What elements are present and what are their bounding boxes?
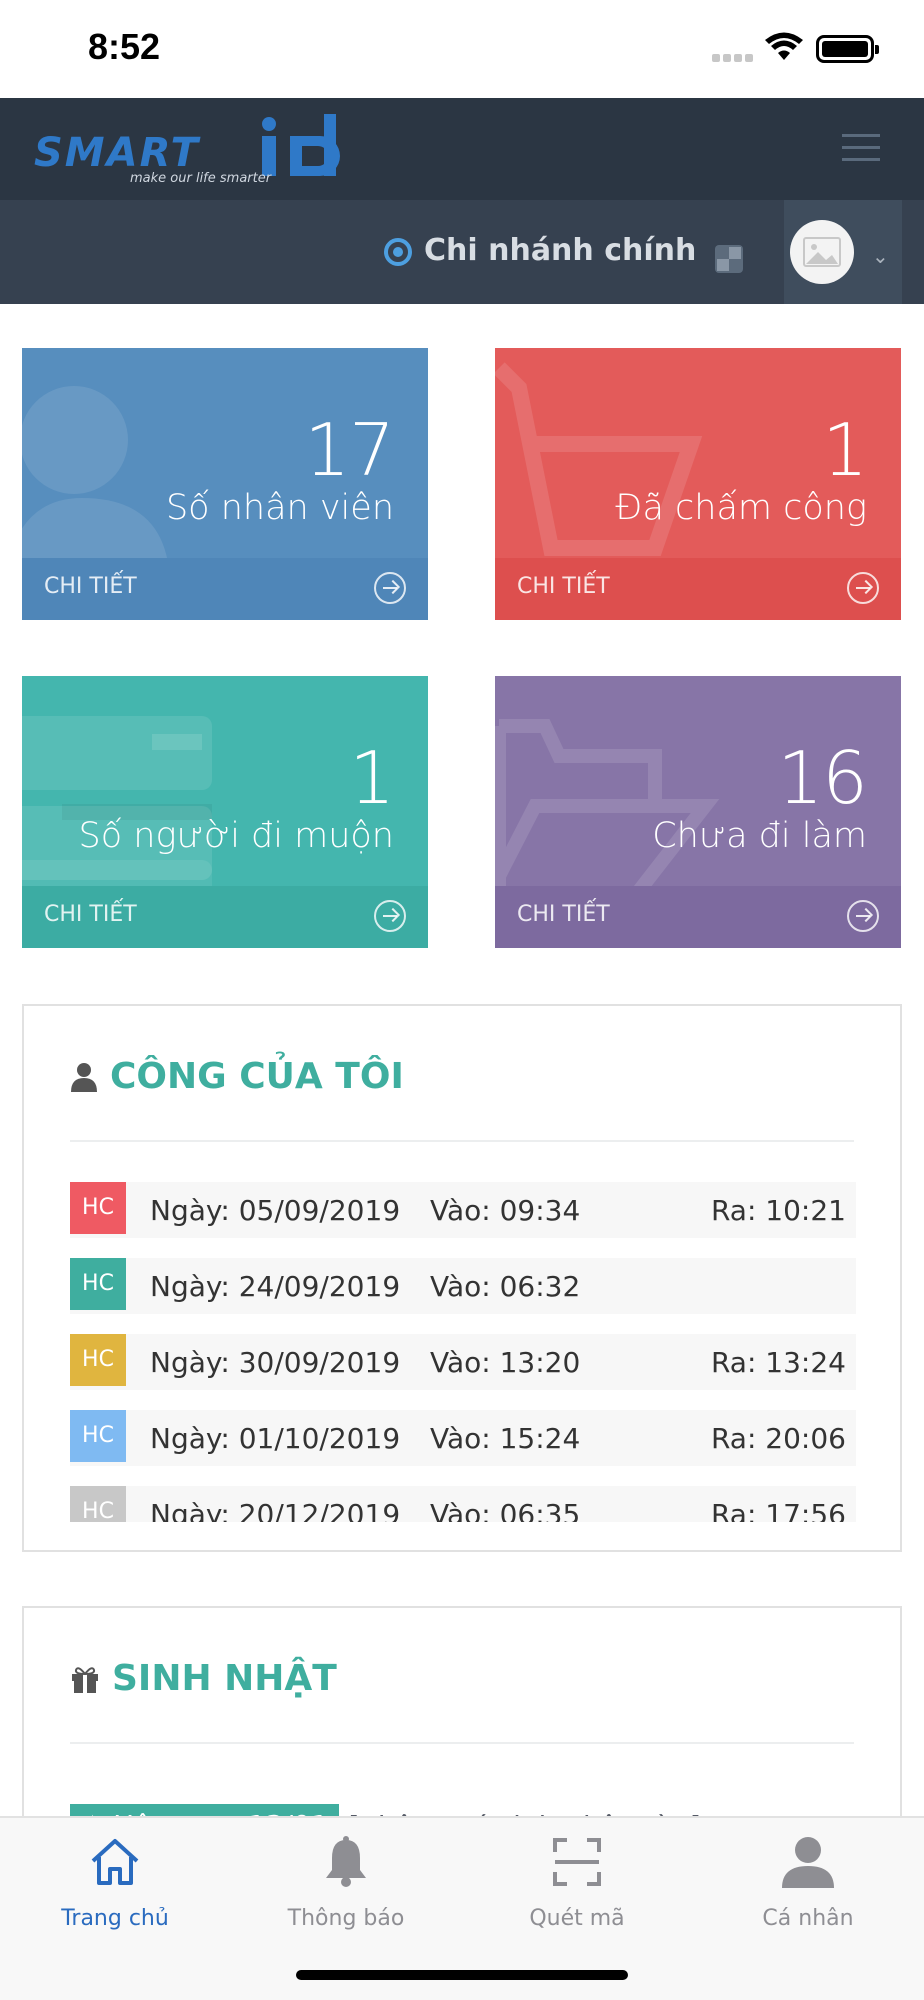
menu-toggle-button[interactable] (842, 134, 880, 164)
tile-label: Số người đi muộn (78, 816, 394, 856)
tile-footer[interactable]: CHI TIẾT (22, 886, 428, 948)
panel-title-text: SINH NHẬT (112, 1658, 337, 1699)
tile-footer[interactable]: CHI TIẾT (22, 558, 428, 620)
check-out-time: Ra: 10:21 (710, 1194, 846, 1227)
details-link[interactable]: CHI TIẾT (44, 902, 137, 927)
divider (70, 1742, 854, 1744)
tile-checked-in[interactable]: 1 Đã chấm công CHI TIẾT (495, 348, 901, 620)
user-icon (71, 1062, 97, 1092)
gift-icon (72, 1666, 98, 1693)
panel-title-text: CÔNG CỦA TÔI (110, 1056, 404, 1097)
panel-title: CÔNG CỦA TÔI (70, 1056, 404, 1097)
check-in-time: Vào: 09:34 (430, 1194, 581, 1227)
check-in-time: Vào: 06:35 (430, 1498, 581, 1522)
branch-selector[interactable]: Chi nhánh chính (424, 233, 696, 268)
shift-badge: HC (70, 1182, 126, 1234)
tile-label: Đã chấm công (615, 488, 867, 528)
arrow-right-icon[interactable] (847, 572, 879, 604)
tile-footer[interactable]: CHI TIẾT (495, 558, 901, 620)
details-link[interactable]: CHI TIẾT (517, 574, 610, 599)
tab-label: Cá nhân (762, 1906, 854, 1931)
shift-badge: HC (70, 1410, 126, 1462)
details-link[interactable]: CHI TIẾT (44, 574, 137, 599)
check-in-time: Vào: 13:20 (430, 1346, 581, 1379)
shift-badge: HC (70, 1258, 126, 1310)
tab-label: Quét mã (529, 1906, 625, 1931)
home-indicator[interactable] (296, 1970, 628, 1980)
tile-value: 16 (777, 736, 868, 820)
top-header: SMART make our life smarter (0, 98, 924, 200)
tile-footer[interactable]: CHI TIẾT (495, 886, 901, 948)
tile-label: Chưa đi làm (652, 816, 867, 856)
layout-toggle-icon[interactable] (713, 243, 745, 275)
check-out-time: Ra: 20:06 (710, 1422, 846, 1455)
check-in-time: Vào: 06:32 (430, 1270, 581, 1303)
tab-label: Thông báo (287, 1906, 405, 1931)
attendance-list[interactable]: HC Ngày: 05/09/2019 Vào: 09:34 Ra: 10:21… (70, 1182, 856, 1522)
tab-profile[interactable]: Cá nhân (708, 1830, 908, 1931)
arrow-right-icon[interactable] (374, 572, 406, 604)
arrow-right-icon[interactable] (847, 900, 879, 932)
svg-text:make our life smarter: make our life smarter (130, 171, 273, 186)
tab-notifications[interactable]: Thông báo (246, 1830, 446, 1931)
attendance-date: Ngày: 24/09/2019 (150, 1270, 401, 1303)
my-attendance-panel: CÔNG CỦA TÔI HC Ngày: 05/09/2019 Vào: 09… (22, 1004, 902, 1552)
tab-label: Trang chủ (61, 1906, 169, 1931)
attendance-date: Ngày: 01/10/2019 (150, 1422, 401, 1455)
list-item[interactable]: HC Ngày: 30/09/2019 Vào: 13:20 Ra: 13:24 (70, 1334, 856, 1390)
shift-badge: HC (70, 1486, 126, 1522)
list-item[interactable]: HC Ngày: 01/10/2019 Vào: 15:24 Ra: 20:06 (70, 1410, 856, 1466)
shift-badge: HC (70, 1334, 126, 1386)
battery-icon (816, 35, 879, 63)
tile-label: Số nhân viên (165, 488, 394, 528)
attendance-date: Ngày: 05/09/2019 (150, 1194, 401, 1227)
arrow-right-icon[interactable] (374, 900, 406, 932)
chevron-down-icon[interactable]: ⌄ (872, 244, 889, 268)
image-placeholder-icon (803, 237, 841, 267)
panel-title: SINH NHẬT (70, 1658, 337, 1699)
bell-icon (326, 1836, 366, 1887)
tile-value: 17 (304, 408, 395, 492)
tab-scan[interactable]: Quét mã (477, 1830, 677, 1931)
cellular-signal-icon (712, 47, 756, 62)
person-icon (782, 1837, 834, 1888)
smartid-logo[interactable]: SMART make our life smarter (32, 114, 392, 186)
divider (70, 1140, 854, 1142)
home-icon (91, 1839, 139, 1885)
tile-late[interactable]: 1 Số người đi muộn CHI TIẾT (22, 676, 428, 948)
tile-employees[interactable]: 17 Số nhân viên CHI TIẾT (22, 348, 428, 620)
check-in-time: Vào: 15:24 (430, 1422, 581, 1455)
tab-home[interactable]: Trang chủ (15, 1830, 215, 1931)
list-item[interactable]: HC Ngày: 20/12/2019 Vào: 06:35 Ra: 17:56 (70, 1486, 856, 1522)
branch-icon (384, 238, 412, 266)
wifi-icon (765, 32, 803, 60)
svg-text:SMART: SMART (34, 130, 201, 176)
check-out-time: Ra: 17:56 (710, 1498, 846, 1522)
status-time: 8:52 (88, 26, 161, 67)
tile-value: 1 (349, 736, 395, 820)
list-item[interactable]: HC Ngày: 05/09/2019 Vào: 09:34 Ra: 10:21 (70, 1182, 856, 1238)
attendance-date: Ngày: 30/09/2019 (150, 1346, 401, 1379)
avatar[interactable] (790, 220, 854, 284)
scan-icon (553, 1838, 601, 1886)
status-bar: 8:52 (0, 0, 924, 98)
details-link[interactable]: CHI TIẾT (517, 902, 610, 927)
tile-absent[interactable]: 16 Chưa đi làm CHI TIẾT (495, 676, 901, 948)
check-out-time: Ra: 13:24 (710, 1346, 846, 1379)
attendance-date: Ngày: 20/12/2019 (150, 1498, 401, 1522)
list-item[interactable]: HC Ngày: 24/09/2019 Vào: 06:32 (70, 1258, 856, 1314)
tile-value: 1 (822, 408, 868, 492)
